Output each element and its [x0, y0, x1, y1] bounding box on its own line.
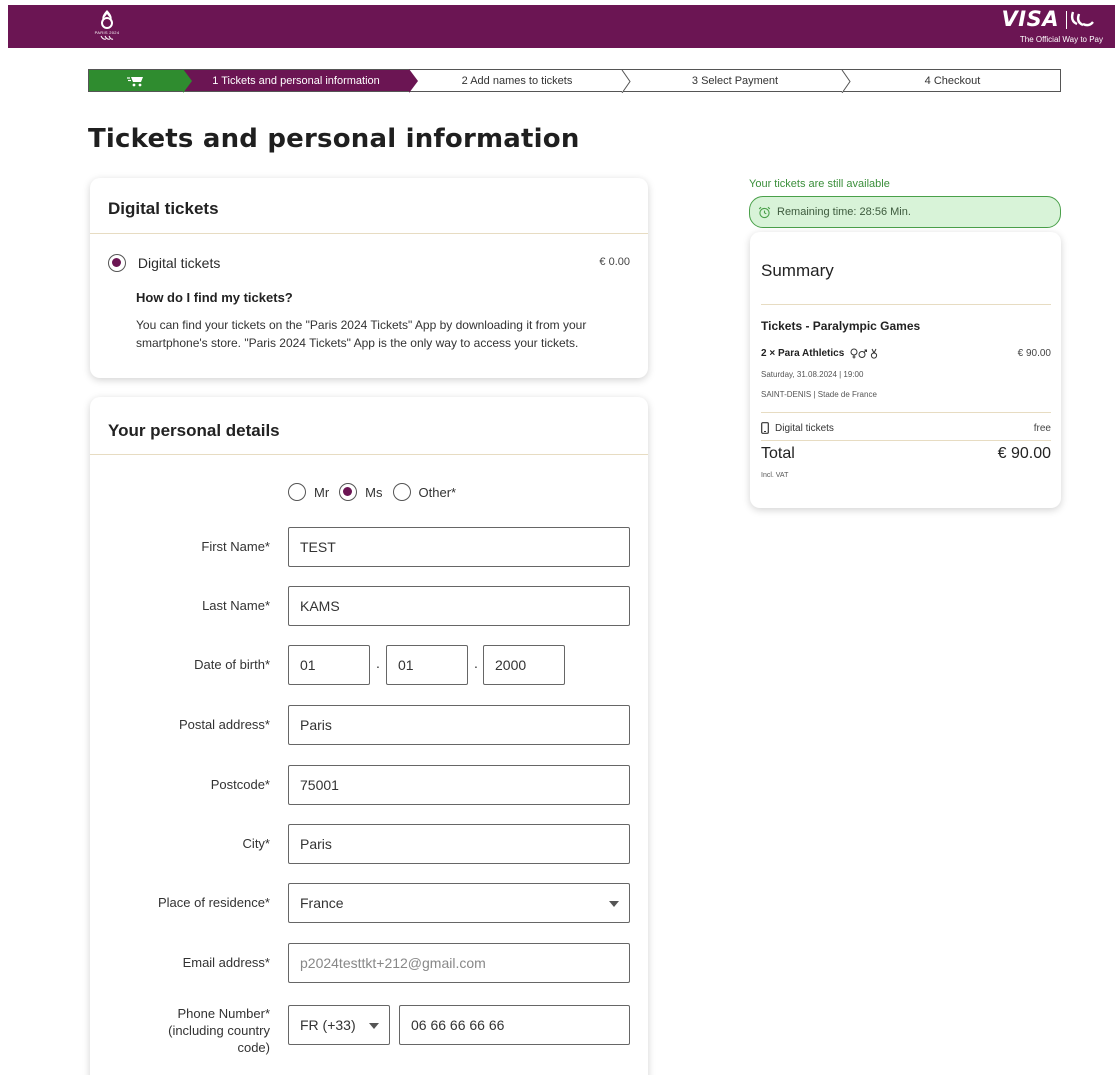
salutation-group: Mr Ms Other*	[288, 483, 466, 501]
step-select-payment[interactable]: 3 Select Payment	[625, 70, 851, 93]
delivery-row: Digital tickets	[761, 422, 834, 434]
salutation-other-radio[interactable]	[392, 483, 411, 501]
city-field[interactable]: Paris	[288, 824, 630, 864]
event-date: Saturday, 31.08.2024 | 19:00	[761, 370, 864, 379]
paralympics-icon	[1070, 11, 1094, 27]
step-label: 2 Add names to tickets	[461, 74, 573, 87]
step-label: 4 Checkout	[924, 74, 981, 87]
visa-tagline: The Official Way to Pay	[1019, 35, 1103, 44]
salutation-other[interactable]: Other*	[392, 483, 457, 501]
total-label: Total	[761, 445, 795, 462]
residence-select[interactable]: France	[288, 883, 630, 923]
salutation-ms-label: Ms	[365, 484, 383, 500]
dob-separator: .	[474, 655, 478, 671]
paris-2024-logo[interactable]: PARIS 2024	[86, 9, 128, 45]
dob-day-field[interactable]: 01	[288, 645, 370, 685]
chevron-down-icon	[609, 901, 619, 907]
visa-sponsor: VISA The Official Way to Pay	[953, 7, 1103, 47]
step-arrow	[621, 70, 631, 93]
delivery-price: free	[1033, 423, 1051, 434]
summary-card: Summary Tickets - Paralympic Games 2 × P…	[750, 232, 1061, 508]
delivery-label: Digital tickets	[775, 422, 834, 434]
top-banner: PARIS 2024 VISA The Official Way to Pay	[8, 5, 1115, 48]
page-title: Tickets and personal information	[88, 124, 580, 154]
step-arrow	[841, 70, 851, 93]
digital-tickets-heading: Digital tickets	[90, 178, 648, 234]
first-name-label: First Name*	[201, 539, 270, 554]
summary-item-price: € 90.00	[1017, 348, 1051, 359]
postal-address-field[interactable]: Paris	[288, 705, 630, 745]
vat-note: Incl. VAT	[761, 472, 789, 479]
digital-tickets-radio[interactable]	[108, 254, 126, 273]
summary-item: 2 × Para Athletics	[761, 348, 882, 359]
summary-title: Summary	[761, 261, 834, 280]
digital-tickets-option[interactable]: Digital tickets € 0.00	[108, 254, 630, 273]
country-code-select[interactable]: FR (+33)	[288, 1005, 390, 1045]
salutation-ms[interactable]: Ms	[339, 483, 383, 501]
postcode-label: Postcode*	[210, 777, 270, 792]
residence-label: Place of residence*	[157, 895, 270, 910]
flame-icon	[101, 10, 113, 29]
phone-icon	[761, 422, 769, 434]
visa-divider	[1066, 11, 1067, 29]
agitos-icon	[100, 35, 114, 40]
digital-tickets-price: € 0.00	[599, 256, 630, 268]
chevron-down-icon	[369, 1023, 379, 1029]
last-name-field[interactable]: KAMS	[288, 586, 630, 626]
digital-tickets-card: Digital tickets Digital tickets € 0.00 H…	[90, 178, 648, 378]
phone-label-line: code)	[237, 1040, 270, 1055]
step-tickets-personal-info[interactable]: 1 Tickets and personal information	[183, 69, 418, 93]
checkout-stepper: 1 Tickets and personal information 2 Add…	[88, 69, 1061, 93]
cart-icon	[127, 76, 143, 86]
personal-details-card: Your personal details Mr Ms Other* First…	[90, 397, 648, 1075]
step-arrow	[409, 69, 418, 93]
total-value: € 90.00	[997, 445, 1051, 462]
phone-label: Phone Number* (including country code)	[100, 1005, 270, 1056]
email-field[interactable]: p2024testtkt+212@gmail.com	[288, 943, 630, 983]
dob-year-field[interactable]: 2000	[483, 645, 565, 685]
step-arrow	[183, 69, 192, 93]
logo-text: PARIS 2024	[94, 30, 120, 35]
divider	[761, 412, 1051, 413]
phone-label-line: (including country	[168, 1023, 270, 1038]
postal-address-label: Postal address*	[178, 717, 270, 732]
email-label: Email address*	[182, 955, 270, 970]
remaining-time-badge: Remaining time: 28:56 Min.	[749, 196, 1061, 228]
date-of-birth-label: Date of birth*	[194, 657, 270, 672]
step-cart[interactable]	[89, 69, 192, 93]
summary-subtitle: Tickets - Paralympic Games	[761, 319, 921, 333]
dob-separator: .	[376, 655, 380, 671]
digital-tickets-option-label: Digital tickets	[137, 255, 221, 272]
find-tickets-answer: You can find your tickets on the "Paris …	[136, 318, 587, 350]
event-venue: SAINT-DENIS | Stade de France	[761, 390, 877, 399]
country-code-value: FR (+33)	[300, 1017, 356, 1033]
step-checkout[interactable]: 4 Checkout	[845, 70, 1060, 91]
first-name-field[interactable]: TEST	[288, 527, 630, 567]
gender-medal-icons	[850, 348, 878, 359]
step-add-names[interactable]: 2 Add names to tickets	[409, 70, 631, 93]
city-label: City*	[242, 836, 270, 851]
personal-details-heading: Your personal details	[90, 397, 648, 455]
remaining-time-text: Remaining time: 28:56 Min.	[777, 206, 911, 218]
divider	[761, 440, 1051, 441]
postcode-field[interactable]: 75001	[288, 765, 630, 805]
salutation-other-label: Other*	[418, 484, 457, 500]
salutation-mr[interactable]: Mr	[288, 483, 329, 501]
salutation-mr-radio[interactable]	[288, 483, 306, 501]
last-name-label: Last Name*	[202, 598, 270, 613]
phone-number-field[interactable]: 06 66 66 66 66	[399, 1005, 630, 1045]
phone-label-line: Phone Number*	[177, 1006, 271, 1021]
alarm-clock-icon	[758, 206, 771, 218]
salutation-mr-label: Mr	[314, 484, 330, 500]
dob-month-field[interactable]: 01	[386, 645, 468, 685]
step-label: 3 Select Payment	[691, 74, 779, 87]
availability-notice: Your tickets are still available	[749, 178, 890, 190]
step-label: 1 Tickets and personal information	[212, 74, 380, 87]
summary-item-label: 2 × Para Athletics	[761, 348, 845, 360]
residence-value: France	[300, 895, 344, 911]
salutation-ms-radio[interactable]	[339, 483, 358, 501]
find-tickets-question: How do I find my tickets?	[136, 290, 293, 305]
divider	[761, 304, 1051, 305]
visa-logo: VISA	[1001, 7, 1059, 31]
